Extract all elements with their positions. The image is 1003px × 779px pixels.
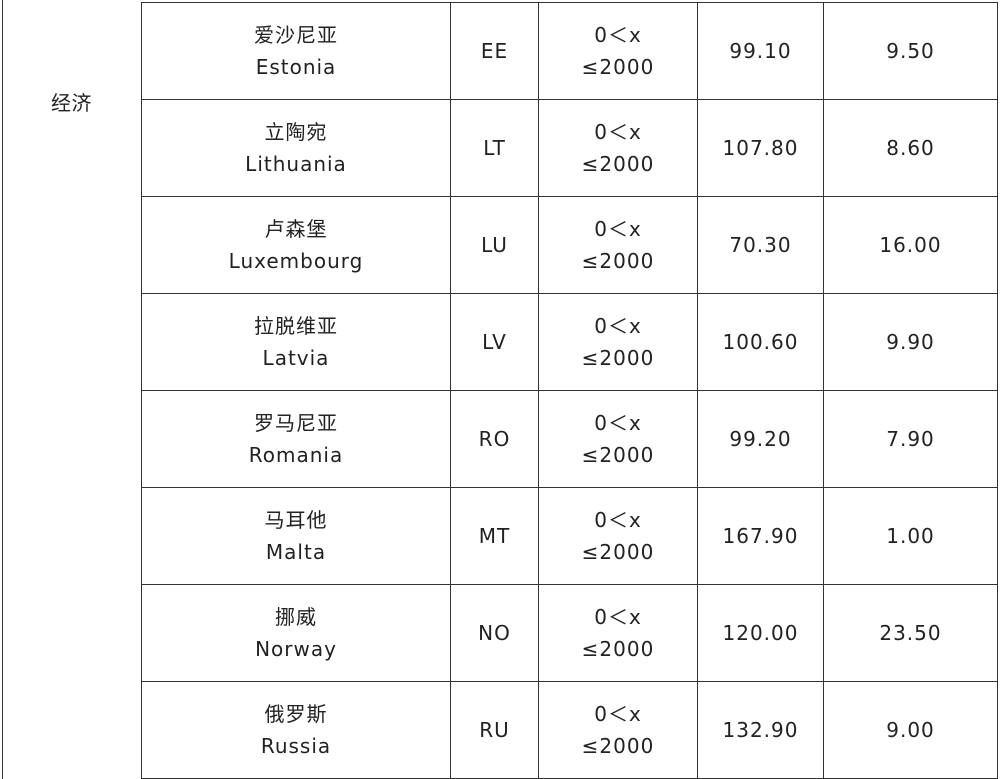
value-2: 9.90 [823,293,998,391]
value-1: 70.30 [697,196,824,294]
country-name-cn: 立陶宛 [264,120,328,144]
country-table: 爱沙尼亚 Estonia EE 0＜x ≤2000 99.10 9.50 立陶宛… [141,2,998,779]
country-name-cn: 卢森堡 [264,217,328,241]
table-row: 罗马尼亚 Romania RO 0＜x ≤2000 99.20 7.90 [141,390,998,488]
range-line-1: 0＜x [594,605,642,629]
range-cell: 0＜x ≤2000 [538,99,698,197]
range-line-2: ≤2000 [581,637,655,661]
country-name-cell: 挪威 Norway [141,584,451,682]
country-name-en: Estonia [255,55,337,79]
country-name-cell: 马耳他 Malta [141,487,451,585]
range-line-1: 0＜x [594,23,642,47]
table-row: 拉脱维亚 Latvia LV 0＜x ≤2000 100.60 9.90 [141,293,998,391]
range-line-1: 0＜x [594,702,642,726]
table-row: 马耳他 Malta MT 0＜x ≤2000 167.90 1.00 [141,487,998,585]
range-line-2: ≤2000 [581,152,655,176]
table-row: 俄罗斯 Russia RU 0＜x ≤2000 132.90 9.00 [141,681,998,779]
country-name-en: Lithuania [245,152,347,176]
value-1: 120.00 [697,584,824,682]
table-row: 挪威 Norway NO 0＜x ≤2000 120.00 23.50 [141,584,998,682]
country-name-cn: 马耳他 [264,508,328,532]
category-cell: 经济 [3,0,141,779]
country-name-en: Luxembourg [228,249,364,273]
range-line-2: ≤2000 [581,346,655,370]
value-2: 23.50 [823,584,998,682]
country-name-cell: 俄罗斯 Russia [141,681,451,779]
country-code: EE [450,2,539,100]
table-row: 爱沙尼亚 Estonia EE 0＜x ≤2000 99.10 9.50 [141,2,998,100]
value-1: 167.90 [697,487,824,585]
range-line-1: 0＜x [594,411,642,435]
range-line-1: 0＜x [594,217,642,241]
range-line-1: 0＜x [594,508,642,532]
country-name-cn: 爱沙尼亚 [254,23,338,47]
country-name-cn: 罗马尼亚 [254,411,338,435]
range-cell: 0＜x ≤2000 [538,2,698,100]
table-row: 立陶宛 Lithuania LT 0＜x ≤2000 107.80 8.60 [141,99,998,197]
category-label: 经济 [51,91,92,115]
country-name-cell: 卢森堡 Luxembourg [141,196,451,294]
range-line-2: ≤2000 [581,55,655,79]
value-2: 7.90 [823,390,998,488]
country-name-cn: 拉脱维亚 [254,314,338,338]
range-cell: 0＜x ≤2000 [538,681,698,779]
country-code: LV [450,293,539,391]
range-line-2: ≤2000 [581,249,655,273]
range-line-1: 0＜x [594,120,642,144]
value-2: 9.00 [823,681,998,779]
country-name-en: Russia [260,734,332,758]
value-2: 16.00 [823,196,998,294]
range-line-2: ≤2000 [581,443,655,467]
country-name-cn: 俄罗斯 [264,702,328,726]
value-2: 8.60 [823,99,998,197]
country-code: LU [450,196,539,294]
country-code: NO [450,584,539,682]
range-cell: 0＜x ≤2000 [538,584,698,682]
country-name-cn: 挪威 [275,605,317,629]
country-code: LT [450,99,539,197]
country-name-en: Norway [255,637,337,661]
country-name-en: Latvia [262,346,330,370]
country-code: RU [450,681,539,779]
range-cell: 0＜x ≤2000 [538,293,698,391]
value-1: 100.60 [697,293,824,391]
range-cell: 0＜x ≤2000 [538,196,698,294]
range-line-2: ≤2000 [581,734,655,758]
range-line-2: ≤2000 [581,540,655,564]
country-name-cell: 爱沙尼亚 Estonia [141,2,451,100]
range-line-1: 0＜x [594,314,642,338]
value-1: 107.80 [697,99,824,197]
value-2: 9.50 [823,2,998,100]
value-1: 132.90 [697,681,824,779]
range-cell: 0＜x ≤2000 [538,487,698,585]
country-code: RO [450,390,539,488]
country-code: MT [450,487,539,585]
value-2: 1.00 [823,487,998,585]
value-1: 99.20 [697,390,824,488]
country-name-en: Malta [265,540,327,564]
value-1: 99.10 [697,2,824,100]
country-name-cell: 拉脱维亚 Latvia [141,293,451,391]
country-name-cell: 立陶宛 Lithuania [141,99,451,197]
country-name-en: Romania [248,443,344,467]
country-name-cell: 罗马尼亚 Romania [141,390,451,488]
table-body: 爱沙尼亚 Estonia EE 0＜x ≤2000 99.10 9.50 立陶宛… [141,2,998,779]
table-row: 卢森堡 Luxembourg LU 0＜x ≤2000 70.30 16.00 [141,196,998,294]
range-cell: 0＜x ≤2000 [538,390,698,488]
